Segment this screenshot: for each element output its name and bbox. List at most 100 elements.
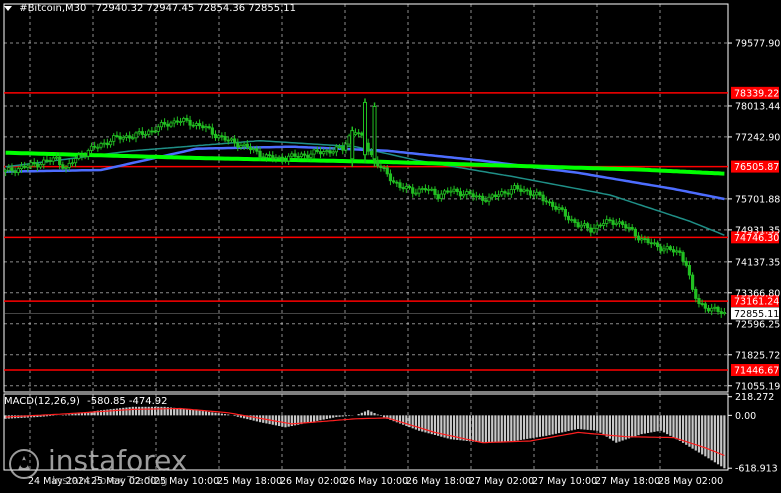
candle-body [118,135,122,140]
candle-body [10,167,14,172]
candle-body [204,126,208,129]
candle-body [414,192,418,195]
ohlc-values: 72940.32 72947.45 72854.36 72855.11 [95,3,296,14]
candle-body [140,131,144,135]
dropdown-triangle-icon[interactable] [4,5,12,11]
candle-body [477,195,482,198]
candle-body [640,238,644,241]
candle-body [385,167,389,175]
candle-body [538,191,542,196]
candle-body [163,122,167,125]
candle-body [557,207,561,210]
price-level-label: 78339.22 [734,88,779,99]
candle-body [16,168,20,173]
candle-body [73,158,78,164]
candle-body [302,153,307,156]
candle-body [252,148,256,151]
timeframe-label: M30 [65,3,87,14]
candle-body [716,306,720,312]
candle-body [58,156,62,166]
candle-body [646,238,650,244]
candle-body [681,252,685,262]
macd-label: MACD(12,26,9) [4,396,80,407]
candle-body [353,132,358,135]
candle-body [213,133,218,139]
candle-body [236,142,240,148]
candle-body [722,311,727,315]
price-tick-label: 74137.35 [735,257,780,268]
candle-body [372,105,377,160]
candle-body [643,238,647,240]
time-tick-label: 27 May 02:00 [469,476,534,487]
candle-body [624,224,628,229]
candle-body [232,138,237,144]
candle-body [496,194,501,197]
candle-body [563,209,567,217]
candle-body [516,185,520,190]
candle-body [570,219,574,222]
candle-body [169,122,173,127]
price-tick-label: 74931.35 [735,225,780,236]
macd-values: -580.85 -474.92 [87,396,168,407]
candle-body [710,307,714,312]
candle-body [420,188,424,190]
candle-body [277,156,281,159]
instaforex-logo-icon [9,449,39,479]
candle-body [159,122,164,128]
candle-body [45,159,49,162]
candle-body [465,191,469,195]
candle-body [3,169,8,173]
candle-body [392,180,396,183]
candle-body [121,137,125,140]
macd-header: MACD(12,26,9) -580.85 -474.92 [4,396,168,407]
candle-body [89,145,94,151]
candle-body [134,132,138,139]
candle-body [566,215,571,221]
candle-body [388,173,393,182]
candle-body [70,162,74,165]
candle-body [541,194,545,202]
candle-body [296,156,300,158]
candle-body [223,136,227,141]
candle-body [178,121,183,123]
candle-body [299,153,303,157]
candle-body [67,162,71,168]
candle-body [490,194,494,198]
candle-body [42,159,46,165]
candle-body [595,224,599,229]
candle-body [131,137,135,140]
candle-body [283,159,288,162]
candle-body [601,223,606,226]
candle-body [407,185,412,189]
candle-body [404,185,408,190]
candle-body [229,138,234,141]
candle-body [621,221,625,226]
candle-body [369,150,373,156]
candle-body [376,159,380,167]
candle-body [665,246,669,250]
candle-body [636,235,641,241]
chart-header: #Bitcoin,M30 72940.32 72947.45 72854.36 … [4,3,296,14]
trading-chart[interactable]: 78339.22 76505.87 74746.30 73161.24 71446.67… [0,0,781,489]
candle-body [411,187,415,194]
candle-body [423,188,428,191]
candle-body [312,149,316,155]
candle-body [93,145,97,148]
candle-body [442,190,447,195]
candle-body [608,219,612,222]
candle-body [51,157,55,162]
candle-body [652,242,657,245]
logo-brand-text: instaforex [48,444,188,477]
candle-body [430,188,434,191]
candle-body [630,227,634,230]
candle-body [678,250,682,253]
chart-canvas[interactable]: 78339.2276505.8774746.3073161.2471446.67… [0,0,781,489]
candle-body [201,125,205,129]
candle-body [617,221,622,224]
candle-body [128,135,132,139]
logo-tagline: Instant Forex Trading [52,474,168,487]
candle-body [347,135,351,145]
candle-body [446,190,450,193]
candle-body [217,135,221,139]
candle-body [592,227,596,233]
